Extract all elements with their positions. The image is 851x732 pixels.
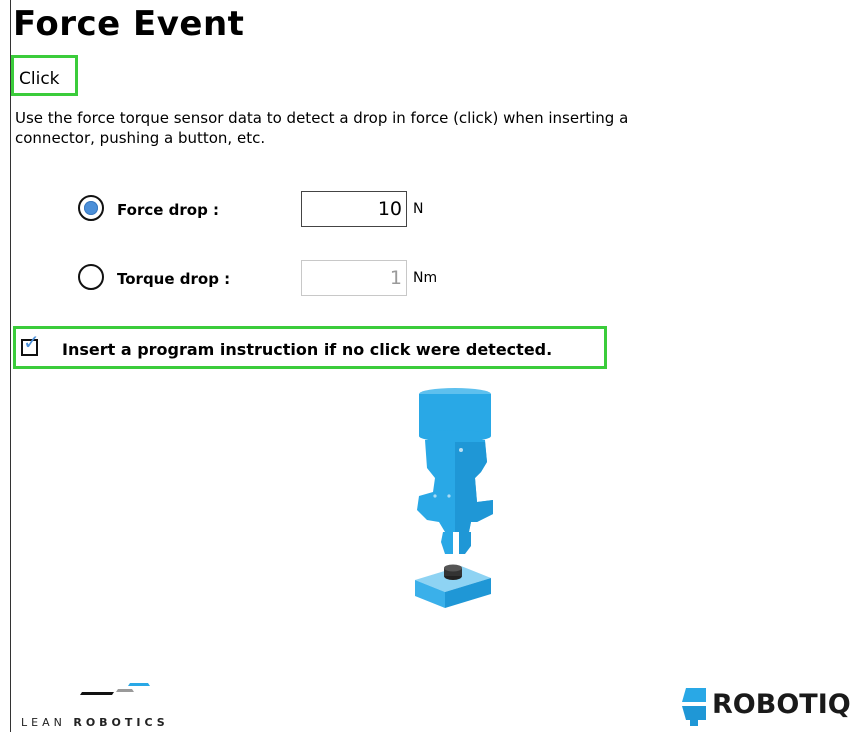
insert-instruction-label: Insert a program instruction if no click… bbox=[62, 340, 553, 359]
force-drop-label: Force drop : bbox=[117, 201, 220, 219]
page-title: Force Event bbox=[13, 4, 245, 44]
force-event-panel: Force Event Click Use the force torque s… bbox=[0, 0, 851, 732]
checkmark-icon: ✓ bbox=[23, 330, 40, 354]
panel-left-border bbox=[10, 0, 11, 732]
description-text: Use the force torque sensor data to dete… bbox=[15, 109, 629, 147]
force-drop-radio[interactable] bbox=[78, 195, 104, 221]
force-drop-input[interactable]: 10 bbox=[301, 191, 407, 227]
robotiq-wordmark: ROBOTIQ bbox=[712, 689, 851, 720]
lean-wordmark-prefix: LEAN bbox=[21, 716, 66, 729]
lean-robotics-wordmark: LEAN ROBOTICS bbox=[21, 716, 169, 729]
torque-drop-label: Torque drop : bbox=[117, 270, 231, 288]
force-drop-unit: N bbox=[413, 201, 424, 217]
page-subtitle: Click bbox=[19, 69, 60, 89]
lean-wordmark-bold: ROBOTICS bbox=[73, 716, 169, 729]
torque-drop-input[interactable]: 1 bbox=[301, 260, 407, 296]
torque-drop-radio[interactable] bbox=[78, 264, 104, 290]
gripper-illustration bbox=[415, 388, 493, 608]
robotiq-logo-icon bbox=[682, 688, 706, 726]
torque-drop-unit: Nm bbox=[413, 270, 438, 286]
lean-robotics-logo bbox=[80, 683, 150, 695]
